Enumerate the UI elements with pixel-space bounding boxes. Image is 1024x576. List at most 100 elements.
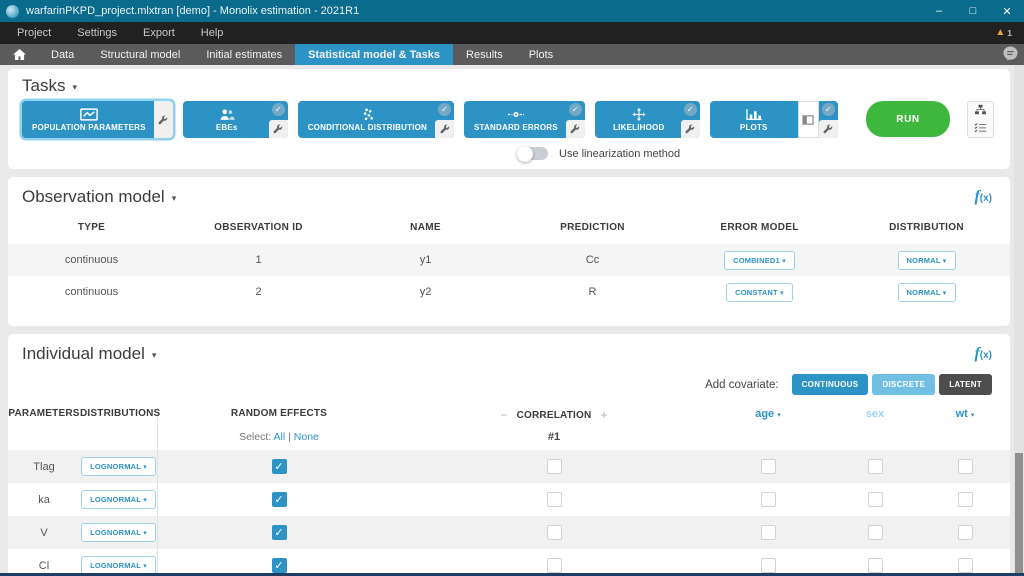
sex-covariate-checkbox[interactable] (867, 459, 883, 474)
collapse-caret-icon[interactable]: ▾ (72, 80, 77, 93)
correlation-checkbox[interactable] (546, 492, 562, 507)
scrollbar-thumb[interactable] (1015, 453, 1023, 576)
warning-badge[interactable]: ▲ 1 (995, 22, 1012, 44)
covariate-sex-label[interactable]: sex (828, 408, 922, 422)
add-covariate-continuous-button[interactable]: CONTINUOUS (791, 374, 869, 395)
vertical-scrollbar[interactable] (1014, 65, 1024, 576)
sex-covariate-checkbox[interactable] (867, 492, 883, 507)
error-model-dropdown-cell: CONSTANT ▾ (676, 282, 843, 302)
checklist-icon[interactable] (974, 120, 987, 138)
wt-covariate-checkbox[interactable] (957, 459, 973, 474)
message-icon[interactable] (1002, 46, 1019, 67)
menu-project[interactable]: Project (4, 27, 64, 39)
task-likelihood[interactable]: LIKELIHOOD ✓ (594, 101, 700, 138)
wt-covariate-checkbox[interactable] (957, 558, 973, 573)
tabbar: Data Structural model Initial estimates Sta… (0, 44, 1024, 65)
wt-covariate-checkbox-cell (922, 459, 1008, 474)
task-standard-errors[interactable]: STANDARD ERRORS ✓ (464, 101, 585, 138)
sex-covariate-checkbox[interactable] (867, 525, 883, 540)
linearization-label: Use linearization method (559, 147, 681, 160)
random-effect-checkbox[interactable]: ✓ (271, 459, 287, 474)
tab-data[interactable]: Data (38, 44, 87, 65)
parameter-name: Cl (38, 559, 50, 572)
wt-covariate-checkbox-cell (922, 558, 1008, 573)
age-covariate-checkbox-cell (708, 459, 828, 474)
collapse-caret-icon[interactable]: ▾ (172, 191, 177, 204)
sex-covariate-checkbox[interactable] (867, 558, 883, 573)
random-effect-checkbox[interactable]: ✓ (271, 558, 287, 573)
random-effect-checkbox[interactable]: ✓ (271, 492, 287, 507)
select-none-link[interactable]: None (294, 431, 319, 443)
wrench-icon[interactable] (435, 120, 455, 138)
workflow-icon[interactable] (974, 102, 987, 120)
wrench-icon[interactable] (154, 111, 173, 129)
task-conditional-distribution[interactable]: CONDITIONAL DISTRIBUTION ✓ (297, 101, 455, 138)
minimize-button[interactable]: – (922, 0, 956, 22)
run-button[interactable]: RUN (866, 101, 950, 137)
wrench-icon[interactable] (565, 120, 585, 138)
task-ebes[interactable]: EBEs ✓ (182, 101, 288, 138)
covariate-age-dropdown[interactable]: age ▾ (708, 408, 828, 422)
correlation-remove-button[interactable]: − (500, 408, 507, 422)
distribution-dropdown[interactable]: NORMAL ▾ (897, 282, 956, 302)
random-effect-checkbox[interactable]: ✓ (271, 525, 287, 540)
add-covariate-discrete-button[interactable]: DISCRETE (872, 374, 936, 395)
wrench-icon[interactable] (268, 120, 288, 138)
correlation-add-button[interactable]: + (600, 408, 607, 422)
task-button-population-parameters[interactable]: POPULATION PARAMETERS (22, 101, 156, 138)
layout-icon[interactable] (797, 101, 819, 138)
linearization-toggle[interactable] (517, 145, 548, 162)
col-error-model: ERROR MODEL (720, 222, 799, 233)
obs-name: y1 (419, 254, 432, 266)
task-button-plots[interactable]: PLOTS (710, 101, 798, 138)
wt-covariate-checkbox[interactable] (957, 492, 973, 507)
close-button[interactable]: ✕ (990, 0, 1024, 22)
task-button-likelihood[interactable]: LIKELIHOOD (595, 101, 683, 138)
distribution-dropdown[interactable]: LOGNORMAL ▾ (81, 457, 156, 476)
covariate-wt-dropdown[interactable]: wt ▾ (922, 408, 1008, 422)
add-covariate-latent-button[interactable]: LATENT (939, 374, 992, 395)
menu-help[interactable]: Help (188, 27, 237, 39)
task-plots[interactable]: PLOTS ✓ (709, 101, 838, 138)
menu-settings[interactable]: Settings (64, 27, 130, 39)
age-covariate-checkbox[interactable] (760, 459, 776, 474)
correlation-checkbox[interactable] (546, 558, 562, 573)
chevron-down-icon: ▾ (143, 530, 147, 537)
fx-formula-icon[interactable]: f(x) (974, 188, 992, 206)
tab-plots[interactable]: Plots (516, 44, 566, 65)
correlation-checkbox[interactable] (546, 459, 562, 474)
tab-statistical-model-tasks[interactable]: Statistical model & Tasks (295, 44, 454, 65)
error-model-dropdown[interactable]: COMBINED1 ▾ (724, 250, 795, 270)
age-covariate-checkbox[interactable] (760, 525, 776, 540)
distribution-dropdown[interactable]: LOGNORMAL ▾ (81, 523, 156, 542)
task-button-conditional-distribution[interactable]: CONDITIONAL DISTRIBUTION (298, 101, 437, 138)
warning-icon: ▲ (995, 27, 1006, 38)
task-selected-check-icon[interactable]: ✓ (438, 103, 452, 116)
age-covariate-checkbox[interactable] (760, 558, 776, 573)
tab-structural-model[interactable]: Structural model (87, 44, 193, 65)
age-covariate-checkbox[interactable] (760, 492, 776, 507)
select-all-link[interactable]: All (274, 431, 286, 443)
menu-export[interactable]: Export (130, 27, 188, 39)
task-button-ebes[interactable]: EBEs (183, 101, 271, 138)
wt-covariate-checkbox[interactable] (957, 525, 973, 540)
collapse-caret-icon[interactable]: ▾ (152, 348, 157, 361)
wrench-icon[interactable] (818, 120, 838, 138)
tab-results[interactable]: Results (453, 44, 516, 65)
task-population-parameters[interactable]: POPULATION PARAMETERS (22, 101, 173, 138)
home-tab[interactable] (0, 44, 38, 65)
task-selected-check-icon[interactable]: ✓ (271, 103, 285, 116)
task-selected-check-icon[interactable]: ✓ (568, 103, 582, 116)
error-model-dropdown[interactable]: CONSTANT ▾ (726, 282, 793, 302)
distribution-dropdown[interactable]: NORMAL ▾ (897, 250, 956, 270)
task-button-standard-errors[interactable]: STANDARD ERRORS (464, 101, 568, 138)
task-selected-check-icon[interactable]: ✓ (821, 103, 835, 116)
wrench-icon[interactable] (680, 120, 700, 138)
correlation-checkbox[interactable] (546, 525, 562, 540)
distribution-dropdown[interactable]: LOGNORMAL ▾ (81, 490, 156, 509)
distribution-dropdown-cell: NORMAL ▾ (843, 282, 1010, 302)
task-selected-check-icon[interactable]: ✓ (683, 103, 697, 116)
tab-initial-estimates[interactable]: Initial estimates (193, 44, 295, 65)
fx-formula-icon[interactable]: f(x) (974, 345, 992, 363)
maximize-button[interactable]: □ (956, 0, 990, 22)
